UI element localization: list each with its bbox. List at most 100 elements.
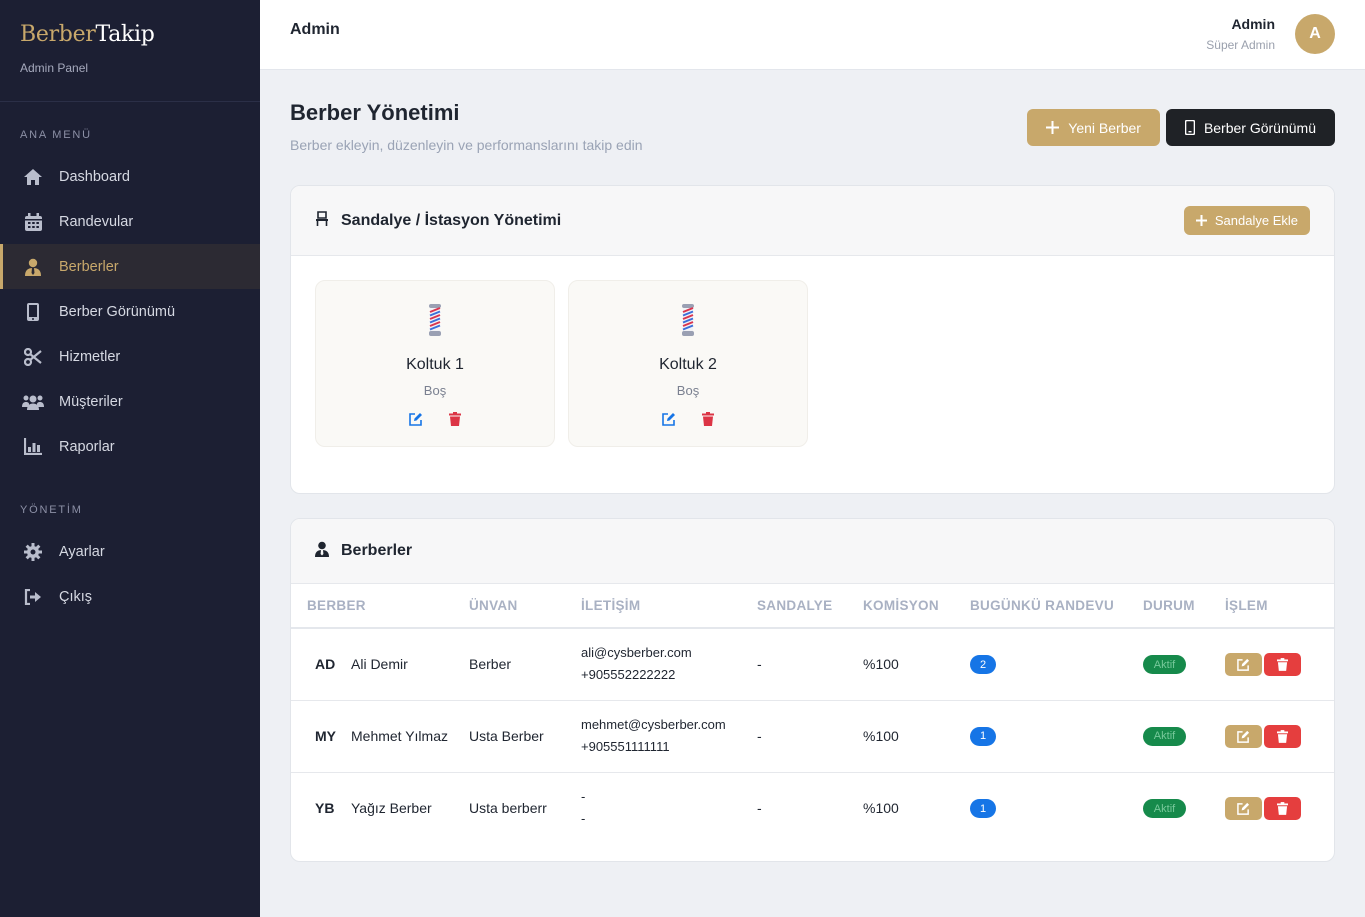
barbers-card-header: Berberler [291, 519, 1334, 584]
brand: BerberTakip Admin Panel [0, 0, 260, 102]
table-row[interactable]: AD Ali Demir Berber ali@cysberber.com +905… [291, 628, 1334, 701]
delete-button[interactable] [1264, 652, 1301, 676]
sidebar-item-label: Hizmetler [59, 348, 121, 365]
users-icon [22, 391, 44, 413]
admin-menu: Ayarlar Çıkış [0, 529, 260, 619]
gear-icon [22, 541, 44, 563]
plus-icon [1046, 121, 1060, 134]
barber-contact: -- [581, 772, 757, 844]
sidebar-item-hizmetler[interactable]: Hizmetler [0, 334, 260, 379]
column-header[interactable]: BUGÜNKÜ RANDEVU [970, 584, 1143, 629]
delete-button[interactable] [1264, 724, 1301, 748]
barber-pole-icon [425, 303, 445, 342]
barber-phone: - [581, 811, 586, 827]
new-barber-button[interactable]: Yeni Berber [1027, 109, 1160, 146]
trash-icon[interactable] [702, 412, 714, 431]
brand-logo[interactable]: BerberTakip [20, 22, 240, 47]
barber-initials: MY [315, 728, 336, 744]
trash-icon [1277, 801, 1288, 815]
sidebar-item-musteriler[interactable]: Müşteriler [0, 379, 260, 424]
chair-list: Koltuk 1 Boş Koltuk 2 Boş [291, 256, 1334, 471]
edit-button[interactable] [1225, 652, 1262, 676]
sidebar-item-label: Raporlar [59, 438, 115, 455]
today-appointments-badge: 2 [970, 655, 996, 674]
sidebar-item-randevular[interactable]: Randevular [0, 199, 260, 244]
avatar[interactable]: A [1295, 14, 1335, 54]
main-menu: Dashboard Randevular Berberler Berber Gö… [0, 154, 260, 469]
edit-icon[interactable] [409, 412, 423, 431]
sidebar-item-berber-gorunumu[interactable]: Berber Görünümü [0, 289, 260, 334]
user-name: Admin [1231, 16, 1275, 32]
user-tie-icon [22, 256, 44, 278]
edit-icon [1237, 730, 1250, 743]
section-title-admin: YÖNETİM [20, 504, 83, 516]
calendar-icon [22, 211, 44, 233]
sidebar-item-label: Berber Görünümü [59, 303, 176, 320]
column-header[interactable]: İLETİŞİM [581, 584, 757, 629]
column-header[interactable]: DURUM [1143, 584, 1225, 629]
barber-title: Usta berberr [469, 800, 547, 817]
barber-phone: +905552222222 [581, 667, 676, 683]
barber-initials: AD [315, 656, 336, 673]
table-row[interactable]: MY Mehmet Yılmaz Usta Berber mehmet@cysbe… [291, 700, 1334, 773]
chair-status: Boş [423, 383, 447, 398]
edit-button[interactable] [1225, 796, 1262, 820]
topbar: Admin Admin Süper Admin A [260, 0, 1365, 70]
sidebar-item-cikis[interactable]: Çıkış [0, 574, 260, 619]
sidebar-item-berberler[interactable]: Berberler [0, 244, 260, 289]
mobile-icon [22, 301, 44, 323]
add-chair-button[interactable]: Sandalye Ekle [1183, 206, 1310, 235]
barber-name: Ali Demir [351, 656, 408, 673]
chair-icon [315, 210, 329, 231]
barbers-card-title: Berberler [341, 542, 413, 559]
chairs-card-title: Sandalye / İstasyon Yönetimi [341, 211, 562, 229]
barber-commission: %100 [863, 800, 899, 817]
user-role: Süper Admin [1206, 38, 1275, 52]
sidebar-item-raporlar[interactable]: Raporlar [0, 424, 260, 469]
barber-email: - [581, 789, 586, 805]
status-badge: Aktif [1143, 726, 1186, 746]
home-icon [22, 166, 44, 188]
chair-name: Koltuk 2 [659, 356, 717, 373]
sidebar: BerberTakip Admin Panel ANA MENÜ Dashboa… [0, 0, 260, 917]
table-row[interactable]: YB Yağız Berber Usta berberr -- - %100 1 … [291, 772, 1334, 844]
edit-icon[interactable] [662, 412, 676, 431]
barber-title: Usta Berber [469, 700, 581, 773]
scissors-icon [22, 346, 44, 368]
barber-title: Berber [469, 628, 581, 701]
edit-button[interactable] [1225, 724, 1262, 748]
logout-icon [22, 586, 44, 608]
chair-status: Boş [676, 383, 700, 398]
chair-name: Koltuk 1 [406, 356, 464, 373]
barbers-card: Berberler BERBER ÜNVAN İLETİŞİM SANDALYE… [290, 518, 1335, 862]
column-header[interactable]: KOMİSYON [863, 584, 970, 629]
barbers-table: BERBER ÜNVAN İLETİŞİM SANDALYE KOMİSYON … [291, 584, 1334, 844]
edit-icon [1237, 802, 1250, 815]
sidebar-item-ayarlar[interactable]: Ayarlar [0, 529, 260, 574]
barber-commission: %100 [863, 628, 970, 701]
user-tie-icon [315, 541, 329, 562]
delete-button[interactable] [1264, 796, 1301, 820]
sidebar-item-label: Dashboard [59, 168, 130, 185]
section-title-main: ANA MENÜ [20, 129, 92, 141]
today-appointments-badge: 1 [970, 726, 996, 746]
chairs-card-header: Sandalye / İstasyon Yönetimi Sandalye Ek… [291, 186, 1334, 256]
barber-email: mehmet@cysberber.com [581, 717, 726, 732]
header-actions: Yeni Berber Berber Görünümü [1027, 109, 1335, 146]
plus-icon [1195, 215, 1207, 226]
user-menu[interactable]: Admin Süper Admin A [1206, 14, 1335, 54]
page-subtitle: Berber ekleyin, düzenleyin ve performans… [290, 137, 643, 153]
trash-icon[interactable] [449, 412, 461, 431]
barber-view-button[interactable]: Berber Görünümü [1165, 109, 1335, 146]
column-header[interactable]: ÜNVAN [469, 584, 581, 629]
barber-chair: - [757, 800, 762, 817]
barber-chair: - [757, 628, 863, 701]
edit-icon [1237, 658, 1250, 671]
barber-pole-icon [678, 303, 698, 342]
sidebar-item-dashboard[interactable]: Dashboard [0, 154, 260, 199]
column-header[interactable]: SANDALYE [757, 584, 863, 629]
column-header[interactable]: İŞLEM [1225, 584, 1334, 629]
column-header[interactable]: BERBER [291, 584, 469, 629]
trash-icon [1277, 729, 1288, 743]
sidebar-item-label: Müşteriler [59, 393, 123, 410]
